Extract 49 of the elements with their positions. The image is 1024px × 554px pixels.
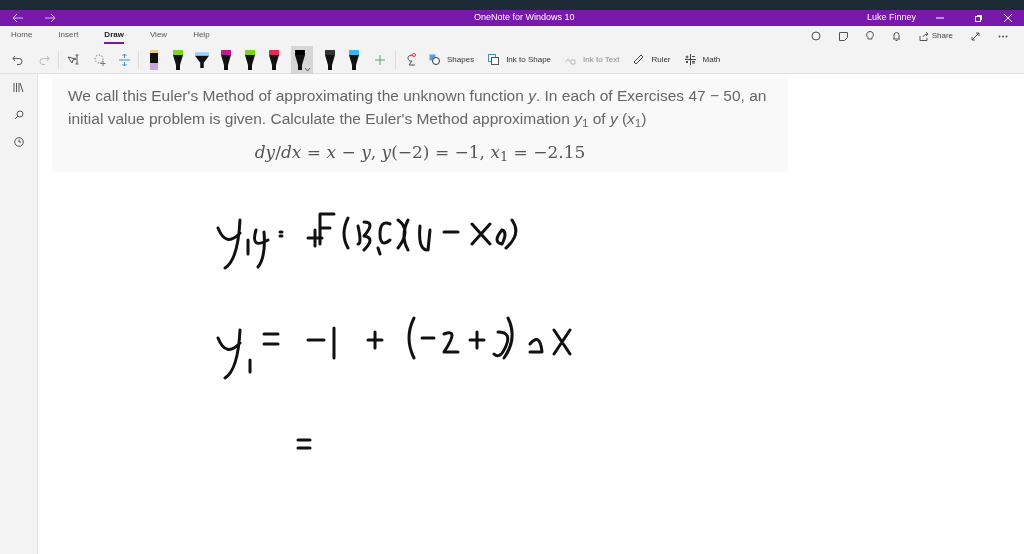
expand-icon[interactable] (971, 31, 980, 41)
highlighter-icon (195, 50, 209, 69)
user-name[interactable]: Luke Finney (866, 11, 916, 25)
undo-icon[interactable] (12, 54, 23, 65)
equation-text: dy/dx = x − y, y(−2) = −1, x$_{1}$ = −2.15 (253, 141, 587, 166)
recent-clock-icon[interactable] (13, 137, 24, 147)
close-icon[interactable] (1004, 14, 1012, 22)
minimize-icon[interactable] (936, 14, 944, 22)
pen-icon (245, 49, 255, 70)
restore-icon[interactable] (975, 14, 982, 22)
share-icon (918, 31, 929, 41)
selected-pen-button[interactable] (291, 45, 313, 74)
lasso-select-icon[interactable] (94, 53, 106, 66)
pen-icon (294, 49, 305, 70)
math-button[interactable]: Math (684, 53, 721, 66)
ribbon-tab[interactable]: Help (193, 28, 210, 44)
lightbulb-icon[interactable] (865, 31, 874, 41)
search-icon[interactable] (13, 110, 24, 120)
pen-icon (221, 49, 231, 70)
ruler-button[interactable]: Ruler (633, 53, 671, 66)
problem-text: We call this Euler's Method of approximating the unknown function y. In each of Exercises 47 − 50, an initial value problem is given. Calculate the Euler's Method approximation y$_{1}$ of y (x$_{1}$) (68, 86, 768, 130)
shapes-button[interactable]: Shapes (429, 53, 475, 66)
ribbon-tab[interactable]: Insert (58, 28, 79, 44)
ribbon-tab[interactable]: Home (11, 28, 33, 44)
more-icon[interactable] (998, 34, 1008, 38)
marker-icon (150, 49, 158, 70)
sync-icon[interactable] (810, 31, 821, 41)
ruler-icon (633, 54, 645, 65)
dropdown-caret-icon (304, 67, 310, 71)
ribbon-tab[interactable]: View (149, 28, 168, 44)
pen-icon (269, 49, 279, 70)
math-icon (684, 54, 696, 65)
share-button[interactable]: Share (918, 30, 953, 42)
window-title: OneNote for Windows 10 (474, 11, 575, 25)
bell-icon[interactable] (891, 31, 901, 41)
ribbon-tab[interactable]: Draw (104, 28, 124, 44)
pen-icon (349, 49, 359, 70)
sticky-note-icon[interactable] (838, 31, 848, 41)
type-select-icon[interactable] (67, 54, 80, 65)
notebooks-icon[interactable] (13, 82, 24, 93)
ink-to-shape-button[interactable]: Ink to Shape (488, 53, 552, 66)
add-space-icon[interactable] (119, 53, 130, 66)
back-arrow-icon[interactable] (12, 13, 24, 23)
pen-icon (325, 49, 335, 70)
forward-arrow-icon[interactable] (44, 13, 56, 23)
shapes-icon (429, 54, 440, 65)
ink-replay-icon[interactable] (406, 53, 417, 66)
ink-to-shape-icon (488, 54, 500, 65)
pen-icon (173, 49, 183, 70)
